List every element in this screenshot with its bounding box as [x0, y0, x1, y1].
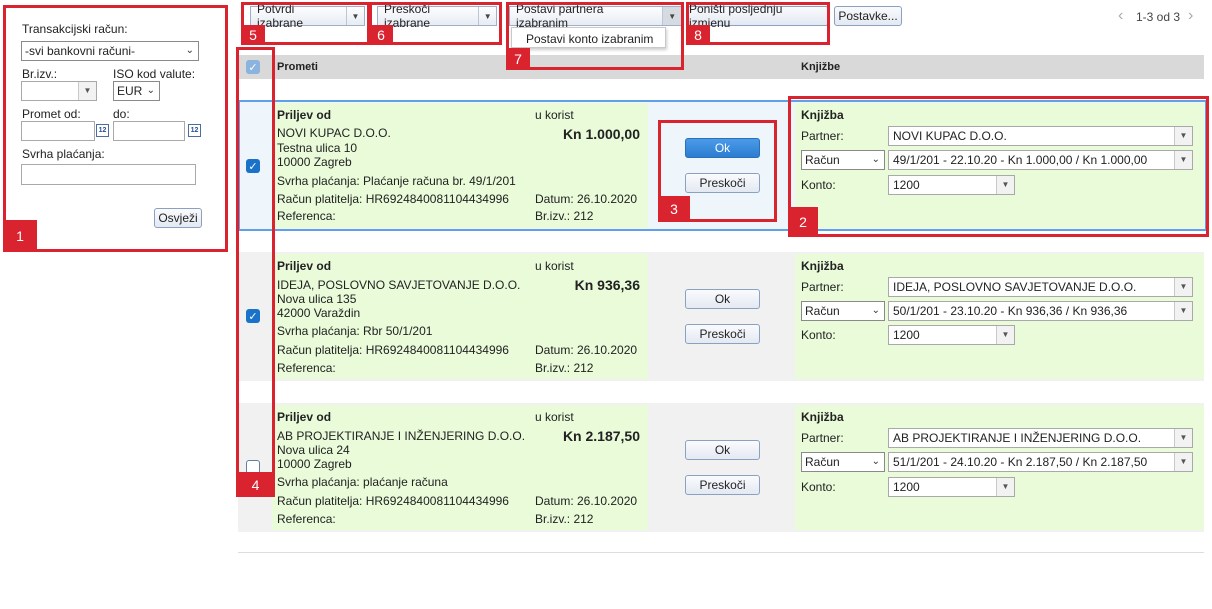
statement-number: Br.izv.: 212 — [535, 209, 594, 223]
konto-label: Konto: — [801, 328, 836, 342]
konto-select[interactable]: 1200 ▼ — [888, 477, 1015, 497]
callout-box — [506, 2, 684, 70]
dropdown-arrow-icon: ▼ — [1174, 302, 1192, 320]
payer-account: Račun platitelja: HR6924840081104434996 — [277, 343, 509, 357]
dropdown-arrow-icon: ▼ — [1174, 278, 1192, 296]
chevron-down-icon: ⌄ — [871, 456, 880, 467]
company-name: AB PROJEKTIRANJE I INŽENJERING D.O.O. — [277, 429, 526, 443]
posting-title: Knjižba — [801, 410, 844, 424]
in-favor-label: u korist — [535, 259, 574, 273]
purpose: Svrha plaćanja: Plaćanje računa br. 49/1… — [277, 174, 516, 188]
chevron-left-icon[interactable]: ‹ — [1118, 7, 1123, 25]
statement-number: Br.izv.: 212 — [535, 512, 594, 526]
table-header — [238, 55, 1204, 79]
date: Datum: 26.10.2020 — [535, 343, 638, 357]
street: Testna ulica 10 — [277, 141, 358, 155]
document-type-select[interactable]: Račun ⌄ — [801, 452, 885, 472]
document-type-select[interactable]: Račun ⌄ — [801, 301, 885, 321]
callout-label: 6 — [369, 25, 393, 45]
in-favor-label: u korist — [535, 108, 574, 122]
ok-button[interactable]: Ok — [685, 440, 760, 460]
callout-label: 1 — [3, 220, 37, 252]
payer-account: Račun platitelja: HR6924840081104434996 — [277, 494, 509, 508]
transaction-title: Priljev od — [277, 108, 332, 122]
posting-title: Knjižba — [801, 259, 844, 273]
purpose: Svrha plaćanja: Rbr 50/1/201 — [277, 324, 433, 338]
settings-button[interactable]: Postavke... — [834, 6, 902, 26]
purpose: Svrha plaćanja: plaćanje računa — [277, 475, 448, 489]
street: Nova ulica 135 — [277, 292, 357, 306]
transaction-title: Priljev od — [277, 410, 332, 424]
header-postings: Knjižbe — [801, 61, 841, 73]
document-select[interactable]: 50/1/201 - 23.10.20 - Kn 936,36 / Kn 936… — [888, 301, 1193, 321]
document-select[interactable]: 51/1/201 - 24.10.20 - Kn 2.187,50 / Kn 2… — [888, 452, 1193, 472]
partner-select[interactable]: AB PROJEKTIRANJE I INŽENJERING D.O.O. ▼ — [888, 428, 1193, 448]
amount: Kn 2.187,50 — [562, 428, 640, 444]
callout-label: 5 — [241, 25, 265, 45]
dropdown-arrow-icon: ▼ — [996, 478, 1014, 496]
partner-select[interactable]: IDEJA, POSLOVNO SAVJETOVANJE D.O.O. ▼ — [888, 277, 1193, 297]
reference: Referenca: — [277, 209, 336, 223]
callout-box — [3, 5, 228, 252]
divider — [238, 552, 1204, 553]
statement-number: Br.izv.: 212 — [535, 361, 594, 375]
chevron-down-icon: ⌄ — [871, 305, 880, 316]
city: 42000 Varaždin — [277, 306, 361, 320]
callout-box — [788, 96, 1209, 237]
partner-label: Partner: — [801, 280, 844, 294]
amount: Kn 1.000,00 — [562, 126, 640, 142]
dropdown-arrow-icon: ▼ — [1174, 429, 1192, 447]
callout-label: 2 — [788, 207, 818, 237]
skip-button[interactable]: Preskoči — [685, 324, 760, 344]
chevron-right-icon[interactable]: › — [1188, 7, 1193, 25]
header-transactions: Prometi — [277, 61, 318, 73]
callout-label: 8 — [686, 25, 710, 45]
city: 10000 Zagreb — [277, 457, 352, 471]
reference: Referenca: — [277, 512, 336, 526]
callout-label: 7 — [506, 48, 530, 70]
date: Datum: 26.10.2020 — [535, 494, 638, 508]
dropdown-arrow-icon: ▼ — [996, 326, 1014, 344]
ok-button[interactable]: Ok — [685, 289, 760, 309]
city: 10000 Zagreb — [277, 155, 352, 169]
transaction-title: Priljev od — [277, 259, 332, 273]
payer-account: Račun platitelja: HR6924840081104434996 — [277, 192, 509, 206]
pager-text: 1-3 od 3 — [1136, 10, 1181, 24]
amount: Kn 936,36 — [574, 277, 640, 293]
street: Nova ulica 24 — [277, 443, 350, 457]
konto-select[interactable]: 1200 ▼ — [888, 325, 1015, 345]
callout-label: 4 — [236, 472, 275, 497]
callout-box — [236, 47, 275, 497]
konto-label: Konto: — [801, 480, 836, 494]
company-name: IDEJA, POSLOVNO SAVJETOVANJE D.O.O. — [277, 278, 521, 292]
partner-label: Partner: — [801, 431, 844, 445]
company-name: NOVI KUPAC D.O.O. — [277, 126, 391, 140]
dropdown-arrow-icon: ▼ — [1174, 453, 1192, 471]
date: Datum: 26.10.2020 — [535, 192, 638, 206]
callout-label: 3 — [658, 196, 690, 222]
skip-button[interactable]: Preskoči — [685, 475, 760, 495]
reference: Referenca: — [277, 361, 336, 375]
in-favor-label: u korist — [535, 410, 574, 424]
